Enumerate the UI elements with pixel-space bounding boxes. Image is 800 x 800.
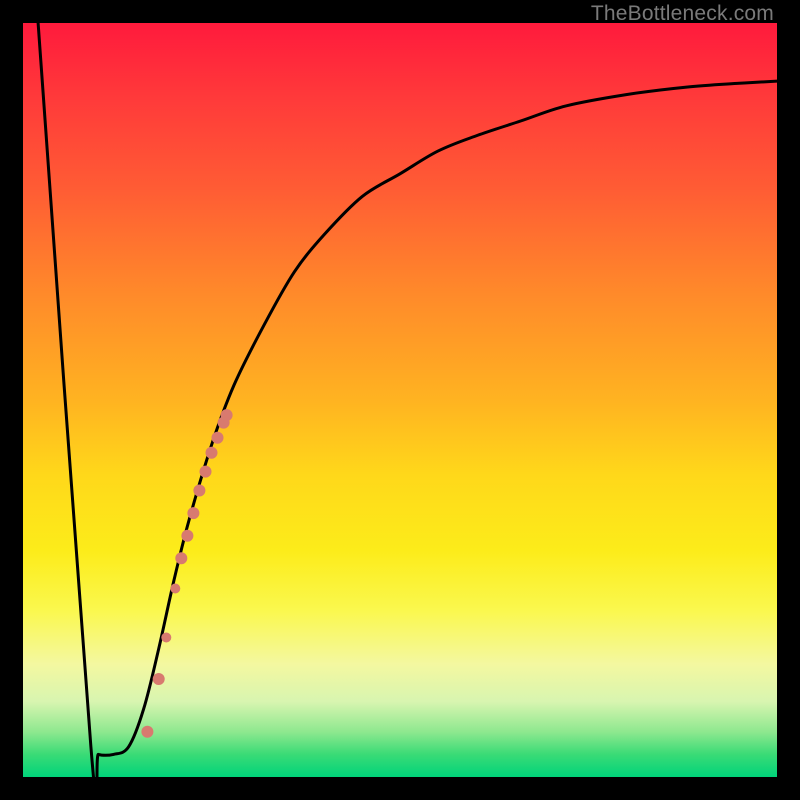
highlight-dots-group bbox=[141, 409, 232, 738]
curve-layer bbox=[23, 23, 777, 777]
highlight-dot bbox=[221, 409, 233, 421]
highlight-dot bbox=[161, 633, 171, 643]
bottleneck-curve bbox=[38, 23, 777, 800]
watermark-text: TheBottleneck.com bbox=[591, 2, 774, 26]
highlight-dot bbox=[212, 432, 224, 444]
highlight-dot bbox=[141, 726, 153, 738]
chart-frame: TheBottleneck.com bbox=[0, 0, 800, 800]
highlight-dot bbox=[170, 584, 180, 594]
highlight-dot bbox=[193, 485, 205, 497]
highlight-dot bbox=[181, 530, 193, 542]
highlight-dot bbox=[175, 552, 187, 564]
plot-area bbox=[23, 23, 777, 777]
highlight-dot bbox=[206, 447, 218, 459]
highlight-dot bbox=[187, 507, 199, 519]
highlight-dot bbox=[153, 673, 165, 685]
highlight-dot bbox=[200, 466, 212, 478]
